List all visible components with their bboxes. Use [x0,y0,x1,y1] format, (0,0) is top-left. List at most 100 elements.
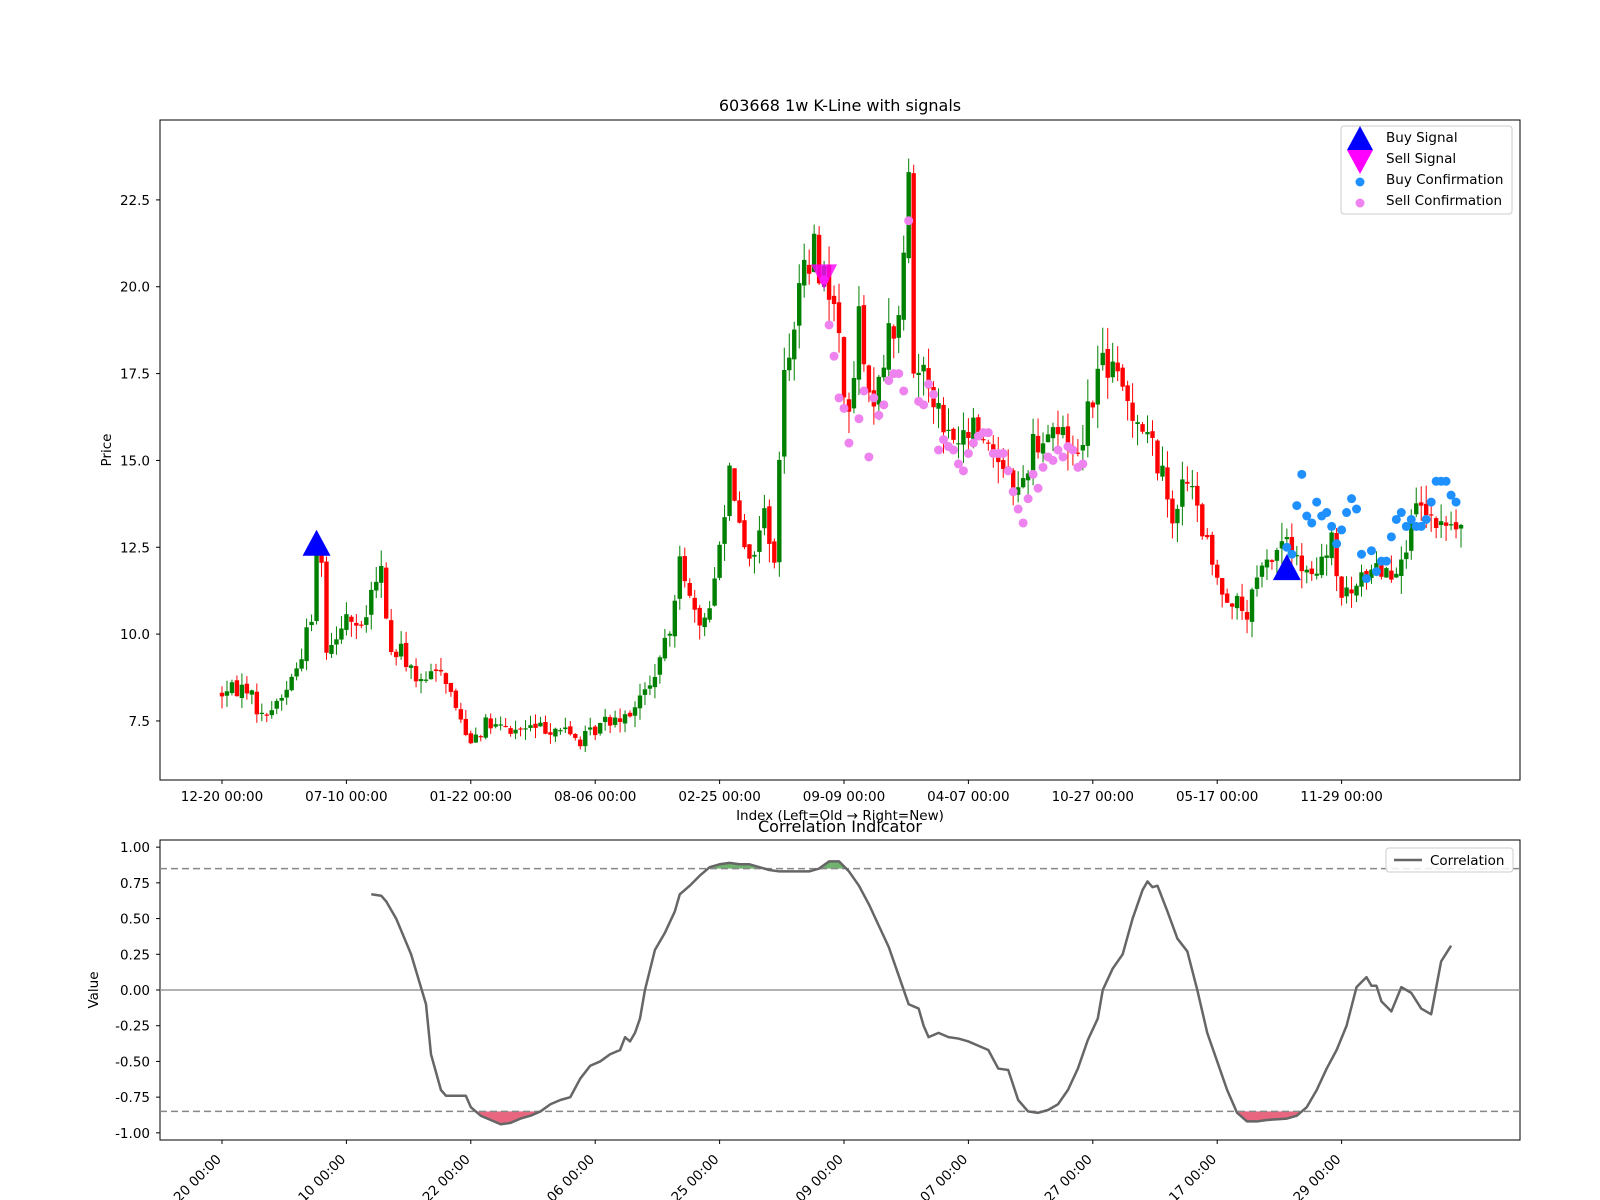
candle-body [573,734,578,738]
buy-confirmation-point [1287,549,1297,559]
candle-body [413,666,419,682]
candle-body [299,659,304,669]
buy-confirmation-point [1297,469,1307,479]
candle-body [408,665,414,668]
correlation-x-tick-label: 07-10 00:00 [280,1152,350,1200]
correlation-x-tick-label: 10-27 00:00 [1026,1152,1096,1200]
buy-confirmation-point [1312,497,1322,507]
candle-body [657,657,663,675]
sell-confirmation-point [1018,518,1028,528]
sell-confirmation-point [864,452,874,462]
candle-body [1095,368,1100,405]
candle-body [1239,596,1245,611]
candle-body [448,682,454,692]
candle-body [662,637,668,659]
sell-confirmation-point [983,428,993,438]
candle-body [334,639,339,645]
candle-body [1190,485,1195,488]
kline-y-tick-label: 15.0 [120,453,150,469]
candle-body [1165,467,1170,500]
sell-confirmation-point [899,386,909,396]
kline-y-ticks: 7.5 10.0 12.5 15.0 17.5 20.0 22.5 [120,193,160,730]
candle-body [528,725,533,728]
kline-x-tick-label: 10-27 00:00 [1052,789,1134,805]
candle-body [344,614,349,630]
candle-body [284,689,289,698]
candle-body [1419,502,1424,506]
buy-confirmation-point [1337,525,1347,535]
candle-body [234,680,240,697]
chart-figure: 603668 1w K-Line with signals Price Inde… [86,96,1521,1200]
candle-body [388,620,394,652]
candle-body [782,369,787,457]
buy-confirmation-point [1421,514,1431,524]
candle-body [428,671,434,680]
candle-body [717,544,722,578]
kline-x-tick-label: 11-29 00:00 [1300,789,1382,805]
candle-body [1100,352,1105,366]
candle-body [1055,426,1061,435]
kline-x-tick-label: 08-06 00:00 [554,789,636,805]
candle-body [403,642,409,668]
correlation-y-tick-label: 0.75 [120,876,150,892]
candle-body [304,627,309,662]
candle-body [359,624,364,626]
sell-confirmation-point [894,369,904,379]
sell-confirmation-point [1008,487,1018,497]
candle-body [1001,460,1006,469]
candle-body [672,600,678,637]
candle-body [229,682,235,694]
candle-body [642,689,648,695]
buy-confirmation-point [1342,508,1352,518]
candle-body [607,717,613,726]
candle-body [1210,534,1215,565]
candle-body [916,372,921,376]
buy-confirmation-point [1371,567,1381,577]
candle-body [294,668,299,677]
candle-body [1125,385,1130,402]
candle-body [747,544,752,559]
candle-body [349,616,354,622]
correlation-x-ticks: 12-20 00:00 07-10 00:00 01-22 00:00 08-06 0… [155,1140,1344,1200]
candle-body [1354,585,1359,596]
sell-confirmation-point [859,386,869,396]
candle-body [393,651,399,658]
candle-body [1249,589,1255,622]
sell-confirmation-point [1068,445,1078,455]
candle-body [1229,603,1235,607]
candle-body [861,305,867,365]
candle-body [682,556,687,582]
correlation-y-label: Value [86,971,102,1008]
candle-body [1115,362,1120,372]
buy-confirmation-point [1352,504,1362,514]
candle-body [473,734,478,743]
candle-body [1200,504,1205,537]
buy-confirmation-point [1327,521,1337,531]
candle-body [1394,573,1399,578]
candle-body [936,402,941,409]
candle-body [483,717,488,738]
candle-body [677,556,682,599]
candle-body [254,691,260,715]
candle-body [961,430,966,445]
candle-body [627,712,633,717]
candle-body [981,439,986,441]
candle-body [712,578,717,606]
candle-body [384,567,389,619]
buy-confirmation-point [1451,497,1461,507]
sell-confirmation-point [904,216,914,226]
legend-buy-confirmation-label: Buy Confirmation [1386,172,1503,188]
buy-confirmation-point [1347,494,1357,504]
candle-body [687,582,692,596]
candle-body [1244,611,1250,620]
kline-x-ticks: 12-20 00:00 07-10 00:00 01-22 00:00 08-06 0… [181,780,1383,805]
candle-body [219,692,225,697]
kline-y-tick-label: 22.5 [120,193,150,209]
sell-confirmation-point [1003,466,1013,476]
candle-body [259,712,265,714]
candle-body [806,264,812,274]
candle-body [891,326,896,339]
sell-confirmation-point [829,351,839,361]
candle-body [722,517,727,544]
candle-body [886,323,891,370]
